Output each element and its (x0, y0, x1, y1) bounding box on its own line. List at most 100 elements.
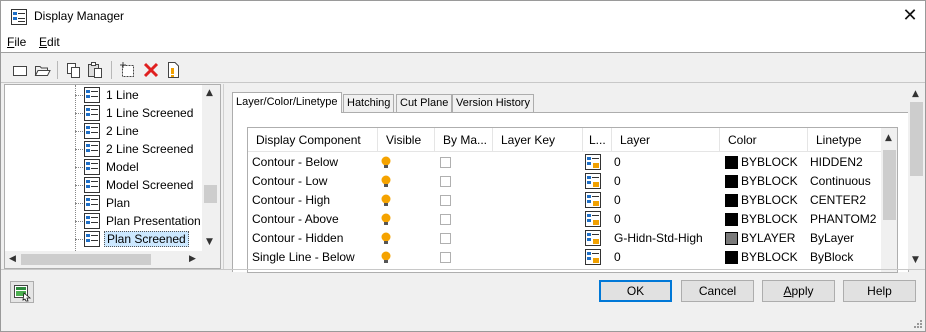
by-material-checkbox[interactable] (440, 195, 451, 206)
scrollbar-thumb[interactable] (21, 254, 151, 265)
table-row[interactable]: Contour - Low 0 BYBLOCK Continuous (248, 172, 881, 191)
chevron-up-icon[interactable]: ▲ (912, 90, 919, 99)
linetype-cell[interactable]: PHANTOM2 (810, 210, 880, 229)
layer-cell[interactable]: 0 (614, 210, 718, 229)
properties-icon[interactable] (163, 60, 183, 80)
linetype-cell[interactable]: ByBlock (810, 248, 880, 267)
tree-item-model-screened[interactable]: Model Screened (75, 176, 202, 194)
color-swatch[interactable] (725, 175, 738, 188)
layer-icon[interactable] (585, 173, 601, 189)
tree-item-plan-screened[interactable]: Plan Screened (75, 230, 202, 248)
layer-icon[interactable] (585, 230, 601, 246)
column-header-layer-icon[interactable]: L... (583, 128, 612, 152)
chevron-up-icon[interactable]: ▲ (885, 134, 892, 143)
cancel-button[interactable]: Cancel (681, 280, 754, 302)
tree-item-plan-presentation[interactable]: Plan Presentation (75, 212, 202, 230)
column-header-color[interactable]: Color (720, 128, 808, 152)
delete-icon[interactable] (141, 60, 161, 80)
by-material-checkbox[interactable] (440, 214, 451, 225)
linetype-cell[interactable]: ByLayer (810, 229, 880, 248)
column-header-linetype[interactable]: Linetype (808, 128, 881, 152)
linetype-cell[interactable]: Continuous (810, 172, 880, 191)
chevron-left-icon[interactable]: ◀ (9, 255, 16, 264)
layer-cell[interactable]: 0 (614, 172, 718, 191)
tab-hatching[interactable]: Hatching (343, 94, 395, 112)
color-swatch[interactable] (725, 156, 738, 169)
color-cell[interactable]: BYBLOCK (741, 153, 807, 172)
new-icon[interactable] (10, 60, 30, 80)
chevron-up-icon[interactable]: ▲ (206, 89, 213, 98)
color-swatch[interactable] (725, 251, 738, 264)
tree-horizontal-scrollbar[interactable]: ◀ ▶ (5, 251, 202, 268)
table-row[interactable]: Contour - Below 0 BYBLOCK HIDDEN2 (248, 153, 881, 172)
column-header-visible[interactable]: Visible (378, 128, 435, 152)
color-cell[interactable]: BYLAYER (741, 229, 807, 248)
ok-button[interactable]: OK (599, 280, 672, 302)
paste-icon[interactable] (85, 60, 105, 80)
by-material-checkbox[interactable] (440, 233, 451, 244)
lightbulb-icon[interactable] (380, 251, 392, 265)
column-header-layer[interactable]: Layer (612, 128, 720, 152)
layer-cell[interactable]: 0 (614, 191, 718, 210)
display-settings-button[interactable] (10, 281, 34, 303)
lightbulb-icon[interactable] (380, 194, 392, 208)
color-swatch[interactable] (725, 213, 738, 226)
color-cell[interactable]: BYBLOCK (741, 248, 807, 267)
linetype-cell[interactable]: HIDDEN2 (810, 153, 880, 172)
representation-tree[interactable]: 1 Line 1 Line Screened 2 Line 2 Line Scr… (4, 84, 221, 269)
scrollbar-thumb[interactable] (204, 185, 217, 203)
lightbulb-icon[interactable] (380, 175, 392, 189)
tree-vertical-scrollbar[interactable]: ▲ ▼ (202, 85, 220, 251)
layer-icon[interactable] (585, 211, 601, 227)
color-cell[interactable]: BYBLOCK (741, 210, 807, 229)
lightbulb-icon[interactable] (380, 213, 392, 227)
copy-icon[interactable] (63, 60, 83, 80)
layer-icon[interactable] (585, 154, 601, 170)
menu-edit[interactable]: Edit (39, 35, 60, 49)
chevron-right-icon[interactable]: ▶ (189, 255, 196, 264)
column-header-display-component[interactable]: Display Component (248, 128, 378, 152)
tree-item-model[interactable]: Model (75, 158, 202, 176)
pane-vertical-scrollbar[interactable]: ▲ ▼ (908, 84, 925, 269)
by-material-checkbox[interactable] (440, 157, 451, 168)
linetype-cell[interactable]: CENTER2 (810, 191, 880, 210)
by-material-checkbox[interactable] (440, 176, 451, 187)
column-header-by-material[interactable]: By Ma... (435, 128, 493, 152)
color-swatch[interactable] (725, 194, 738, 207)
tab-version-history[interactable]: Version History (452, 94, 534, 112)
table-row[interactable]: Contour - High 0 BYBLOCK CENTER2 (248, 191, 881, 210)
chevron-down-icon[interactable]: ▼ (912, 256, 919, 265)
resize-grip-icon[interactable] (913, 319, 923, 329)
scrollbar-thumb[interactable] (883, 150, 896, 220)
by-material-checkbox[interactable] (440, 252, 451, 263)
chevron-down-icon[interactable]: ▼ (206, 238, 213, 247)
table-row[interactable]: Single Line - Below 0 BYBLOCK ByBlock (248, 248, 881, 267)
add-item-icon[interactable] (117, 60, 137, 80)
layer-icon[interactable] (585, 192, 601, 208)
tab-cut-plane[interactable]: Cut Plane (396, 94, 453, 112)
layer-cell[interactable]: G-Hidn-Std-High (614, 229, 718, 248)
tree-item-1-line[interactable]: 1 Line (75, 86, 202, 104)
color-cell[interactable]: BYBLOCK (741, 191, 807, 210)
layer-cell[interactable]: 0 (614, 248, 718, 267)
open-icon[interactable] (32, 60, 52, 80)
tab-layer-color-linetype[interactable]: Layer/Color/Linetype (232, 92, 342, 113)
layer-cell[interactable]: 0 (614, 153, 718, 172)
pane-splitter[interactable] (223, 84, 224, 269)
display-component-grid[interactable]: Display Component Visible By Ma... Layer… (247, 127, 898, 273)
column-header-layer-key[interactable]: Layer Key (493, 128, 583, 152)
color-swatch[interactable] (725, 232, 738, 245)
table-row[interactable]: Contour - Hidden G-Hidn-Std-High BYLAYER… (248, 229, 881, 248)
color-cell[interactable]: BYBLOCK (741, 172, 807, 191)
layer-icon[interactable] (585, 249, 601, 265)
menu-file[interactable]: File (7, 35, 26, 49)
close-button[interactable]: ✕ (897, 4, 923, 28)
tree-item-plan[interactable]: Plan (75, 194, 202, 212)
help-button[interactable]: Help (843, 280, 916, 302)
scrollbar-thumb[interactable] (910, 102, 923, 176)
tree-item-2-line[interactable]: 2 Line (75, 122, 202, 140)
tree-item-1-line-screened[interactable]: 1 Line Screened (75, 104, 202, 122)
grid-vertical-scrollbar[interactable]: ▲ (881, 128, 897, 272)
lightbulb-icon[interactable] (380, 156, 392, 170)
table-row[interactable]: Contour - Above 0 BYBLOCK PHANTOM2 (248, 210, 881, 229)
